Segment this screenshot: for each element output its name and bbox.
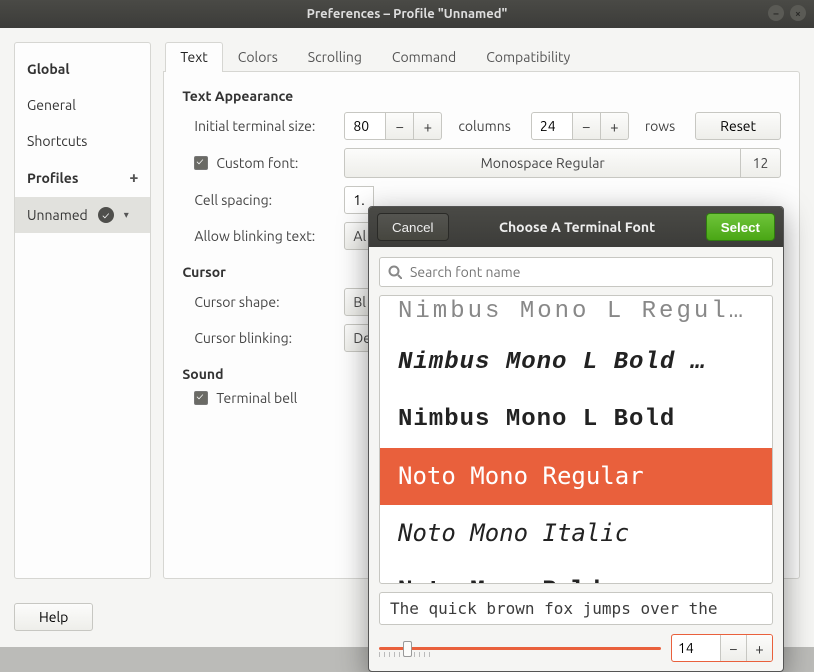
- window-body: Global General Shortcuts Profiles + Unna…: [0, 28, 814, 647]
- font-preview[interactable]: The quick brown fox jumps over the: [379, 592, 773, 625]
- cursor-shape-label: Cursor shape:: [194, 294, 334, 310]
- font-size-input[interactable]: [672, 635, 720, 661]
- search-icon: [388, 265, 402, 279]
- font-item-nimbus-bold-italic[interactable]: Nimbus Mono L Bold …: [380, 335, 772, 392]
- row-initial-size: Initial terminal size: − + columns − +: [194, 112, 781, 140]
- columns-minus[interactable]: −: [386, 112, 414, 140]
- cell-spacing-label: Cell spacing:: [194, 192, 334, 208]
- sidebar-item-unnamed[interactable]: Unnamed ✓ ▾: [15, 197, 150, 233]
- font-size-row: − +: [379, 633, 773, 663]
- default-profile-icon: ✓: [98, 207, 114, 223]
- tab-colors[interactable]: Colors: [223, 42, 293, 72]
- preferences-window: Preferences – Profile "Unnamed" – × Glob…: [0, 0, 814, 647]
- dialog-body: Nimbus Mono L Regul… Nimbus Mono L Bold …: [369, 247, 783, 671]
- font-size-minus[interactable]: −: [720, 635, 746, 661]
- titlebar: Preferences – Profile "Unnamed" – ×: [0, 0, 814, 28]
- rows-minus[interactable]: −: [573, 112, 601, 140]
- font-size-label: 12: [740, 149, 780, 177]
- sidebar-item-shortcuts[interactable]: Shortcuts: [15, 123, 150, 159]
- cursor-blink-label: Cursor blinking:: [194, 330, 334, 346]
- dialog-titlebar: Cancel Choose A Terminal Font Select: [369, 207, 783, 247]
- font-list[interactable]: Nimbus Mono L Regul… Nimbus Mono L Bold …: [379, 295, 773, 584]
- font-chooser-dialog: Cancel Choose A Terminal Font Select Nim…: [368, 206, 784, 672]
- font-size-stepper: − +: [671, 634, 773, 662]
- font-search[interactable]: [379, 257, 773, 287]
- sidebar-item-general[interactable]: General: [15, 87, 150, 123]
- dialog-title: Choose A Terminal Font: [457, 219, 698, 235]
- slider-thumb[interactable]: [403, 641, 412, 657]
- sidebar-heading-global-label: Global: [27, 61, 70, 77]
- window-title: Preferences – Profile "Unnamed": [307, 7, 508, 21]
- terminal-bell-checkbox[interactable]: Terminal bell: [194, 390, 297, 406]
- font-item-noto-bold[interactable]: Noto Mono Bold: [380, 562, 772, 584]
- allow-blink-label: Allow blinking text:: [194, 228, 334, 244]
- dialog-select-button[interactable]: Select: [706, 213, 775, 241]
- font-item-nimbus-bold[interactable]: Nimbus Mono L Bold: [380, 392, 772, 449]
- rows-input[interactable]: [531, 112, 573, 140]
- columns-plus[interactable]: +: [414, 112, 442, 140]
- rows-unit: rows: [645, 118, 675, 134]
- font-name-label: Monospace Regular: [345, 155, 740, 171]
- sidebar-heading-global: Global: [15, 51, 150, 87]
- sidebar: Global General Shortcuts Profiles + Unna…: [14, 42, 151, 579]
- rows-plus[interactable]: +: [601, 112, 629, 140]
- window-controls: – ×: [768, 5, 806, 21]
- font-chooser-button[interactable]: Monospace Regular 12: [344, 148, 781, 178]
- checkbox-icon: [194, 156, 208, 170]
- font-size-slider[interactable]: [379, 638, 661, 658]
- font-item-noto-italic[interactable]: Noto Mono Italic: [380, 505, 772, 562]
- sidebar-heading-profiles: Profiles +: [15, 159, 150, 197]
- font-search-input[interactable]: [408, 263, 764, 281]
- columns-input[interactable]: [344, 112, 386, 140]
- tab-text[interactable]: Text: [165, 42, 222, 72]
- add-profile-button[interactable]: +: [129, 169, 138, 187]
- minimize-button[interactable]: –: [768, 5, 784, 21]
- row-custom-font: Custom font: Monospace Regular 12: [194, 148, 781, 178]
- sidebar-heading-profiles-label: Profiles: [27, 170, 78, 186]
- close-button[interactable]: ×: [790, 5, 806, 21]
- reset-size-button[interactable]: Reset: [695, 112, 781, 140]
- font-size-plus[interactable]: +: [746, 635, 772, 661]
- columns-stepper: − +: [344, 112, 442, 140]
- slider-track: [379, 647, 661, 650]
- initial-size-label: Initial terminal size:: [194, 118, 334, 134]
- font-item-noto-regular[interactable]: Noto Mono Regular: [380, 448, 772, 505]
- font-item-nimbus-regular[interactable]: Nimbus Mono L Regul…: [380, 296, 772, 335]
- tabs: Text Colors Scrolling Command Compatibil…: [163, 42, 800, 72]
- custom-font-label: Custom font:: [216, 155, 298, 171]
- tab-command[interactable]: Command: [377, 42, 471, 72]
- rows-stepper: − +: [531, 112, 629, 140]
- dialog-cancel-button[interactable]: Cancel: [377, 213, 449, 241]
- sidebar-item-label: Unnamed: [27, 207, 88, 223]
- checkbox-icon: [194, 391, 208, 405]
- custom-font-checkbox[interactable]: Custom font:: [194, 155, 334, 171]
- tab-scrolling[interactable]: Scrolling: [293, 42, 377, 72]
- help-button[interactable]: Help: [14, 603, 93, 631]
- section-text-appearance: Text Appearance: [182, 88, 781, 104]
- slider-ticks: [379, 652, 661, 657]
- profile-menu-icon[interactable]: ▾: [124, 209, 129, 221]
- terminal-bell-label: Terminal bell: [216, 390, 297, 406]
- tab-compatibility[interactable]: Compatibility: [471, 42, 585, 72]
- columns-unit: columns: [458, 118, 510, 134]
